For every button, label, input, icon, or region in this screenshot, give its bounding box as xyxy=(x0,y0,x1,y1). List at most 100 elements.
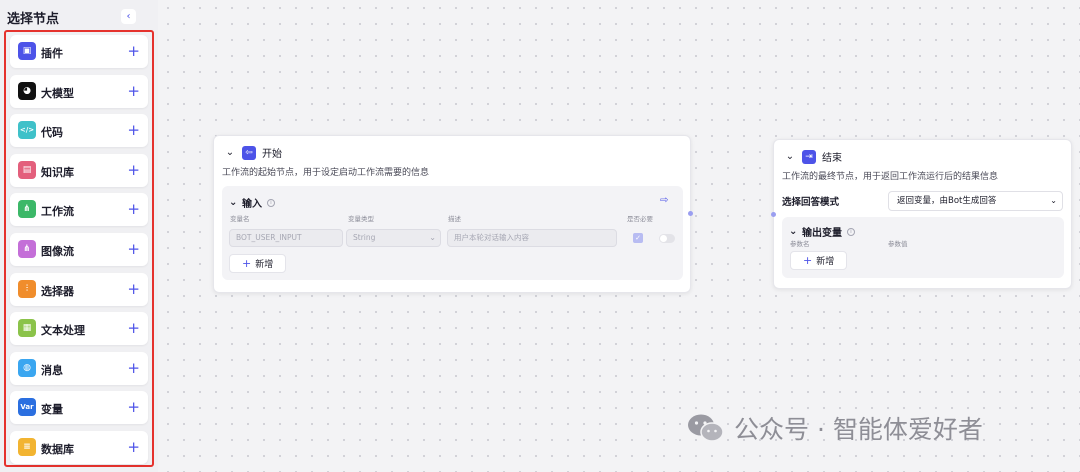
node-item-label: 插件 xyxy=(41,47,63,60)
collapse-sidebar-button[interactable]: ‹ xyxy=(121,9,136,24)
code-icon: </> xyxy=(18,121,36,140)
info-icon[interactable]: i xyxy=(847,227,855,236)
output-section: ⌄ 输出变量 i 参数名 参数值 + 新增 xyxy=(782,217,1064,278)
node-item-label: 变量 xyxy=(41,403,63,417)
node-item-label: 代码 xyxy=(41,126,63,140)
plus-icon[interactable]: + xyxy=(127,240,140,258)
message-icon: ◍ xyxy=(18,358,36,377)
input-section: ⌄ 输入 i ⇨ 变量名 变量类型 描述 是否必要 BOT_USER_INPUT… xyxy=(222,186,683,280)
sidebar-title: 选择节点 xyxy=(7,12,60,27)
input-section-header: ⌄ 输入 i xyxy=(229,195,275,210)
answer-mode-select[interactable]: 返回变量，由Bot生成回答 ⌄ xyxy=(888,191,1063,211)
chevron-down-icon: ⌄ xyxy=(1050,196,1057,205)
node-list-highlight: ▣ 插件 + ◕ 大模型 + </> 代码 + ▤ 知识库 + ⋔ 工作流 + ⋔ 图像流 + ⫶ 选择器 + ▦ 文本处理… xyxy=(4,30,154,467)
start-node-title: 开始 xyxy=(262,149,282,160)
node-item-5[interactable]: ⋔ 图像流 + xyxy=(10,232,148,266)
node-item-7[interactable]: ▦ 文本处理 + xyxy=(10,312,148,346)
chevron-down-icon[interactable]: ⌄ xyxy=(784,151,796,162)
chevron-down-icon[interactable]: ⌄ xyxy=(789,226,797,237)
node-item-label: 工作流 xyxy=(41,205,74,219)
plus-icon[interactable]: + xyxy=(127,82,140,100)
text-process-icon: ▦ xyxy=(18,319,36,338)
start-node-header: ⌄ ⇦ 开始 xyxy=(224,145,282,160)
workflow-icon: ⋔ xyxy=(18,200,36,219)
start-node-description: 工作流的起始节点，用于设定启动工作流需要的信息 xyxy=(222,168,430,178)
wechat-icon xyxy=(688,414,724,442)
info-icon[interactable]: i xyxy=(267,198,275,207)
node-item-2[interactable]: </> 代码 + xyxy=(10,114,148,148)
node-selector-sidebar: 选择节点 ‹ ▣ 插件 + ◕ 大模型 + </> 代码 + ▤ 知识库 + ⋔ 工作流 + ⋔ 图像流 + ⫶ 选择… xyxy=(0,0,158,472)
chevron-left-icon: ‹ xyxy=(126,11,131,22)
required-checkbox[interactable]: ✓ xyxy=(633,233,643,243)
database-icon: ≡ xyxy=(18,437,36,456)
add-input-label: 新增 xyxy=(255,260,274,270)
column-required: 是否必要 xyxy=(627,215,653,223)
plus-icon[interactable]: + xyxy=(127,359,140,377)
end-icon: ⇥ xyxy=(802,149,816,164)
llm-icon: ◕ xyxy=(18,81,36,100)
node-item-label: 数据库 xyxy=(41,442,74,456)
node-item-label: 选择器 xyxy=(41,284,74,298)
node-list: ▣ 插件 + ◕ 大模型 + </> 代码 + ▤ 知识库 + ⋔ 工作流 + ⋔ 图像流 + ⫶ 选择器 + ▦ 文本处理… xyxy=(10,35,148,471)
selector-icon: ⫶ xyxy=(18,279,36,298)
add-output-button[interactable]: + 新增 xyxy=(790,251,848,270)
imageflow-icon: ⋔ xyxy=(18,239,36,258)
node-item-6[interactable]: ⫶ 选择器 + xyxy=(10,272,148,306)
node-item-9[interactable]: Var 变量 + xyxy=(10,391,148,425)
plus-icon[interactable]: + xyxy=(127,121,140,139)
watermark: 公众号 · 智能体爱好者 xyxy=(686,410,983,446)
node-item-label: 图像流 xyxy=(41,244,74,258)
end-node-description: 工作流的最终节点，用于返回工作流运行后的结果信息 xyxy=(782,172,999,182)
answer-mode-label: 选择回答模式 xyxy=(782,197,840,208)
export-icon[interactable]: ⇨ xyxy=(660,195,668,206)
node-item-label: 文本处理 xyxy=(41,324,85,338)
watermark-text: 公众号 · 智能体爱好者 xyxy=(734,415,983,444)
add-input-button[interactable]: + 新增 xyxy=(229,254,287,273)
node-item-0[interactable]: ▣ 插件 + xyxy=(10,35,148,68)
input-section-title: 输入 xyxy=(242,199,262,210)
plus-icon[interactable]: + xyxy=(127,319,140,337)
output-section-title: 输出变量 xyxy=(802,228,842,239)
column-description: 描述 xyxy=(448,215,461,223)
end-node-title: 结束 xyxy=(822,153,842,164)
plus-icon[interactable]: + xyxy=(127,398,140,416)
chevron-down-icon[interactable]: ⌄ xyxy=(229,197,237,208)
column-variable-type: 变量类型 xyxy=(348,215,374,223)
plus-icon[interactable]: + xyxy=(127,438,140,456)
required-toggle[interactable] xyxy=(659,234,675,243)
variable-type-select[interactable]: String ⌄ xyxy=(346,229,441,247)
node-item-3[interactable]: ▤ 知识库 + xyxy=(10,153,148,187)
variable-icon: Var xyxy=(18,398,36,417)
output-port[interactable] xyxy=(688,211,693,216)
node-item-8[interactable]: ◍ 消息 + xyxy=(10,351,148,385)
add-output-label: 新增 xyxy=(816,257,835,267)
chevron-down-icon: ⌄ xyxy=(429,233,436,242)
node-item-1[interactable]: ◕ 大模型 + xyxy=(10,74,148,108)
variable-name-input[interactable]: BOT_USER_INPUT xyxy=(229,229,343,247)
column-param-name: 参数名 xyxy=(790,240,810,248)
plus-icon[interactable]: + xyxy=(127,42,140,60)
node-item-4[interactable]: ⋔ 工作流 + xyxy=(10,193,148,227)
knowledge-icon: ▤ xyxy=(18,160,36,179)
plus-icon[interactable]: + xyxy=(127,161,140,179)
node-item-label: 消息 xyxy=(41,363,63,377)
input-port[interactable] xyxy=(771,212,776,217)
plus-icon: + xyxy=(242,257,252,270)
plus-icon[interactable]: + xyxy=(127,200,140,218)
end-node-header: ⌄ ⇥ 结束 xyxy=(784,149,842,164)
column-variable-name: 变量名 xyxy=(230,215,250,223)
description-input[interactable]: 用户本轮对话输入内容 xyxy=(447,229,617,247)
start-node-card[interactable]: ⌄ ⇦ 开始 工作流的起始节点，用于设定启动工作流需要的信息 ⌄ 输入 i ⇨ … xyxy=(213,135,693,293)
end-node-card[interactable]: ⌄ ⇥ 结束 工作流的最终节点，用于返回工作流运行后的结果信息 选择回答模式 返… xyxy=(771,139,1072,289)
node-item-10[interactable]: ≡ 数据库 + xyxy=(10,430,148,464)
chevron-down-icon[interactable]: ⌄ xyxy=(224,147,236,158)
plus-icon: + xyxy=(803,254,813,267)
answer-mode-value: 返回变量，由Bot生成回答 xyxy=(897,196,997,206)
plus-icon[interactable]: + xyxy=(127,280,140,298)
column-param-value: 参数值 xyxy=(888,240,908,248)
variable-type-value: String xyxy=(353,233,376,242)
node-item-label: 大模型 xyxy=(41,86,74,100)
plugin-icon: ▣ xyxy=(18,42,36,60)
node-item-label: 知识库 xyxy=(41,165,74,179)
start-icon: ⇦ xyxy=(242,145,256,160)
